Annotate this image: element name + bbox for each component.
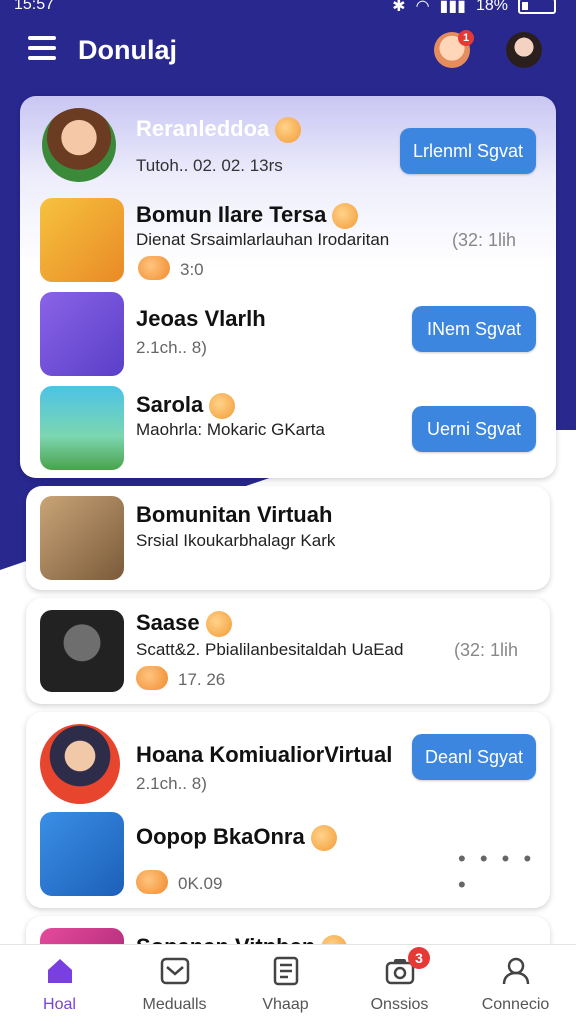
document-icon [273, 956, 298, 986]
list-item[interactable]: Jeoas Vlarlh 2.1ch.. 8) INem Sgvat [20, 292, 556, 382]
status-bar: 15:57 ✱ ◠ ▮▮▮ 18% [0, 0, 576, 18]
item-subtitle: Scatt&2. Pbialilanbesitaldah UaEad [136, 640, 404, 659]
item-meta: 2.1ch.. 8) [136, 774, 207, 793]
status-time: 15:57 [14, 0, 55, 13]
more-options-icon[interactable]: • • • • • [458, 846, 550, 898]
item-meta: 2.1ch.. 8) [136, 338, 207, 357]
notification-badge: 3 [408, 947, 430, 969]
avatar [42, 108, 116, 182]
inbox-icon [160, 957, 189, 985]
app-header: Donulaj 1 [0, 18, 576, 86]
list-item[interactable]: Sarola Maohrla: Mokaric GKarta Uerni Sgv… [20, 386, 556, 476]
join-button[interactable]: INem Sgvat [412, 306, 536, 352]
item-title: Oopop BkaOnra [136, 824, 337, 852]
group-thumbnail [40, 610, 124, 692]
emoji-icon [310, 825, 337, 852]
item-title: Bomun Ilare Tersa [136, 202, 359, 230]
join-button[interactable]: Lrlenml Sgvat [400, 128, 536, 174]
list-item[interactable]: Oopop BkaOnra • • • • • 0K.09 [26, 812, 550, 902]
nav-label: Hoal [43, 996, 76, 1013]
reaction-icon [136, 870, 168, 894]
item-title: Jeoas Vlarlh [136, 306, 266, 331]
group-card: Hoana KomiualiorVirtual 2.1ch.. 8) Deanl… [26, 712, 550, 908]
home-icon [47, 959, 72, 983]
wifi-icon: ◠ [415, 0, 430, 15]
join-button[interactable]: Uerni Sgvat [412, 406, 536, 452]
group-thumbnail [40, 812, 124, 896]
list-item[interactable]: Reranleddoa Tutoh.. 02. 02. 13rs Lrlenml… [20, 106, 556, 196]
list-item[interactable]: Bomun Ilare Tersa Dienat Srsaimlarlauhan… [20, 198, 556, 290]
join-button[interactable]: Deanl Sgyat [412, 734, 536, 780]
profile-avatar[interactable] [506, 32, 542, 68]
featured-card: Reranleddoa Tutoh.. 02. 02. 13rs Lrlenml… [20, 96, 556, 478]
item-time: (32: 1lih [454, 640, 519, 660]
nav-sessions[interactable]: 3 Onssios [342, 945, 457, 1025]
nav-label: Onssios [370, 996, 429, 1013]
item-title: Saase [136, 610, 232, 638]
emoji-icon [332, 203, 359, 230]
avatar [40, 724, 120, 804]
item-subtitle: Maohrla: Mokaric GKarta [136, 420, 325, 439]
nav-label: Vhaap [262, 996, 309, 1013]
item-subtitle: Dienat Srsaimlarlauhan Irodaritan [136, 230, 390, 249]
item-title: Bomunitan Virtuah [136, 502, 333, 527]
nav-media[interactable]: Medualls [117, 945, 232, 1025]
item-time: (32: 1lih [452, 230, 517, 250]
signal-icon: ▮▮▮ [439, 0, 466, 15]
emoji-icon [209, 393, 236, 420]
user-icon [502, 957, 529, 985]
reaction-icon [138, 256, 170, 280]
community-card[interactable]: Saase Scatt&2. Pbialilanbesitaldah UaEad… [26, 598, 550, 704]
page-title: Donulaj [78, 35, 177, 65]
battery-icon [518, 0, 556, 14]
nav-label: Connecio [481, 996, 550, 1013]
group-thumbnail [40, 496, 124, 580]
bluetooth-icon: ✱ [392, 0, 406, 15]
item-subtitle: Srsial Ikoukarbhalagr Kark [136, 531, 336, 550]
item-title: Reranleddoa [136, 116, 302, 144]
menu-icon[interactable] [28, 36, 56, 64]
nav-label: Medualls [142, 996, 207, 1013]
battery-text: 18% [475, 0, 508, 14]
reaction-icon [136, 666, 168, 690]
bottom-nav: Hoal Medualls Vhaap 3 Onssios Connecio [0, 944, 576, 1025]
nav-feed[interactable]: Vhaap [228, 945, 343, 1025]
item-title: Hoana KomiualiorVirtual [136, 742, 393, 767]
group-thumbnail [40, 292, 124, 376]
emoji-icon [205, 611, 232, 638]
reaction-count: 0K.09 [178, 874, 223, 893]
notification-badge: 1 [458, 30, 474, 46]
reaction-count: 17. 26 [178, 670, 226, 689]
community-card[interactable]: Bomunitan Virtuah Srsial Ikoukarbhalagr … [26, 486, 550, 590]
emoji-icon [275, 117, 302, 144]
list-item[interactable]: Hoana KomiualiorVirtual 2.1ch.. 8) Deanl… [26, 722, 550, 808]
nav-home[interactable]: Hoal [2, 945, 117, 1025]
item-subtitle: Tutoh.. 02. 02. 13rs [136, 156, 283, 175]
status-icons: ✱ ◠ ▮▮▮ 18% [392, 0, 556, 16]
reaction-count: 3:0 [180, 260, 204, 279]
item-title: Sarola [136, 392, 236, 420]
group-thumbnail [40, 198, 124, 282]
nav-connections[interactable]: Connecio [458, 945, 573, 1025]
group-thumbnail [40, 386, 124, 470]
